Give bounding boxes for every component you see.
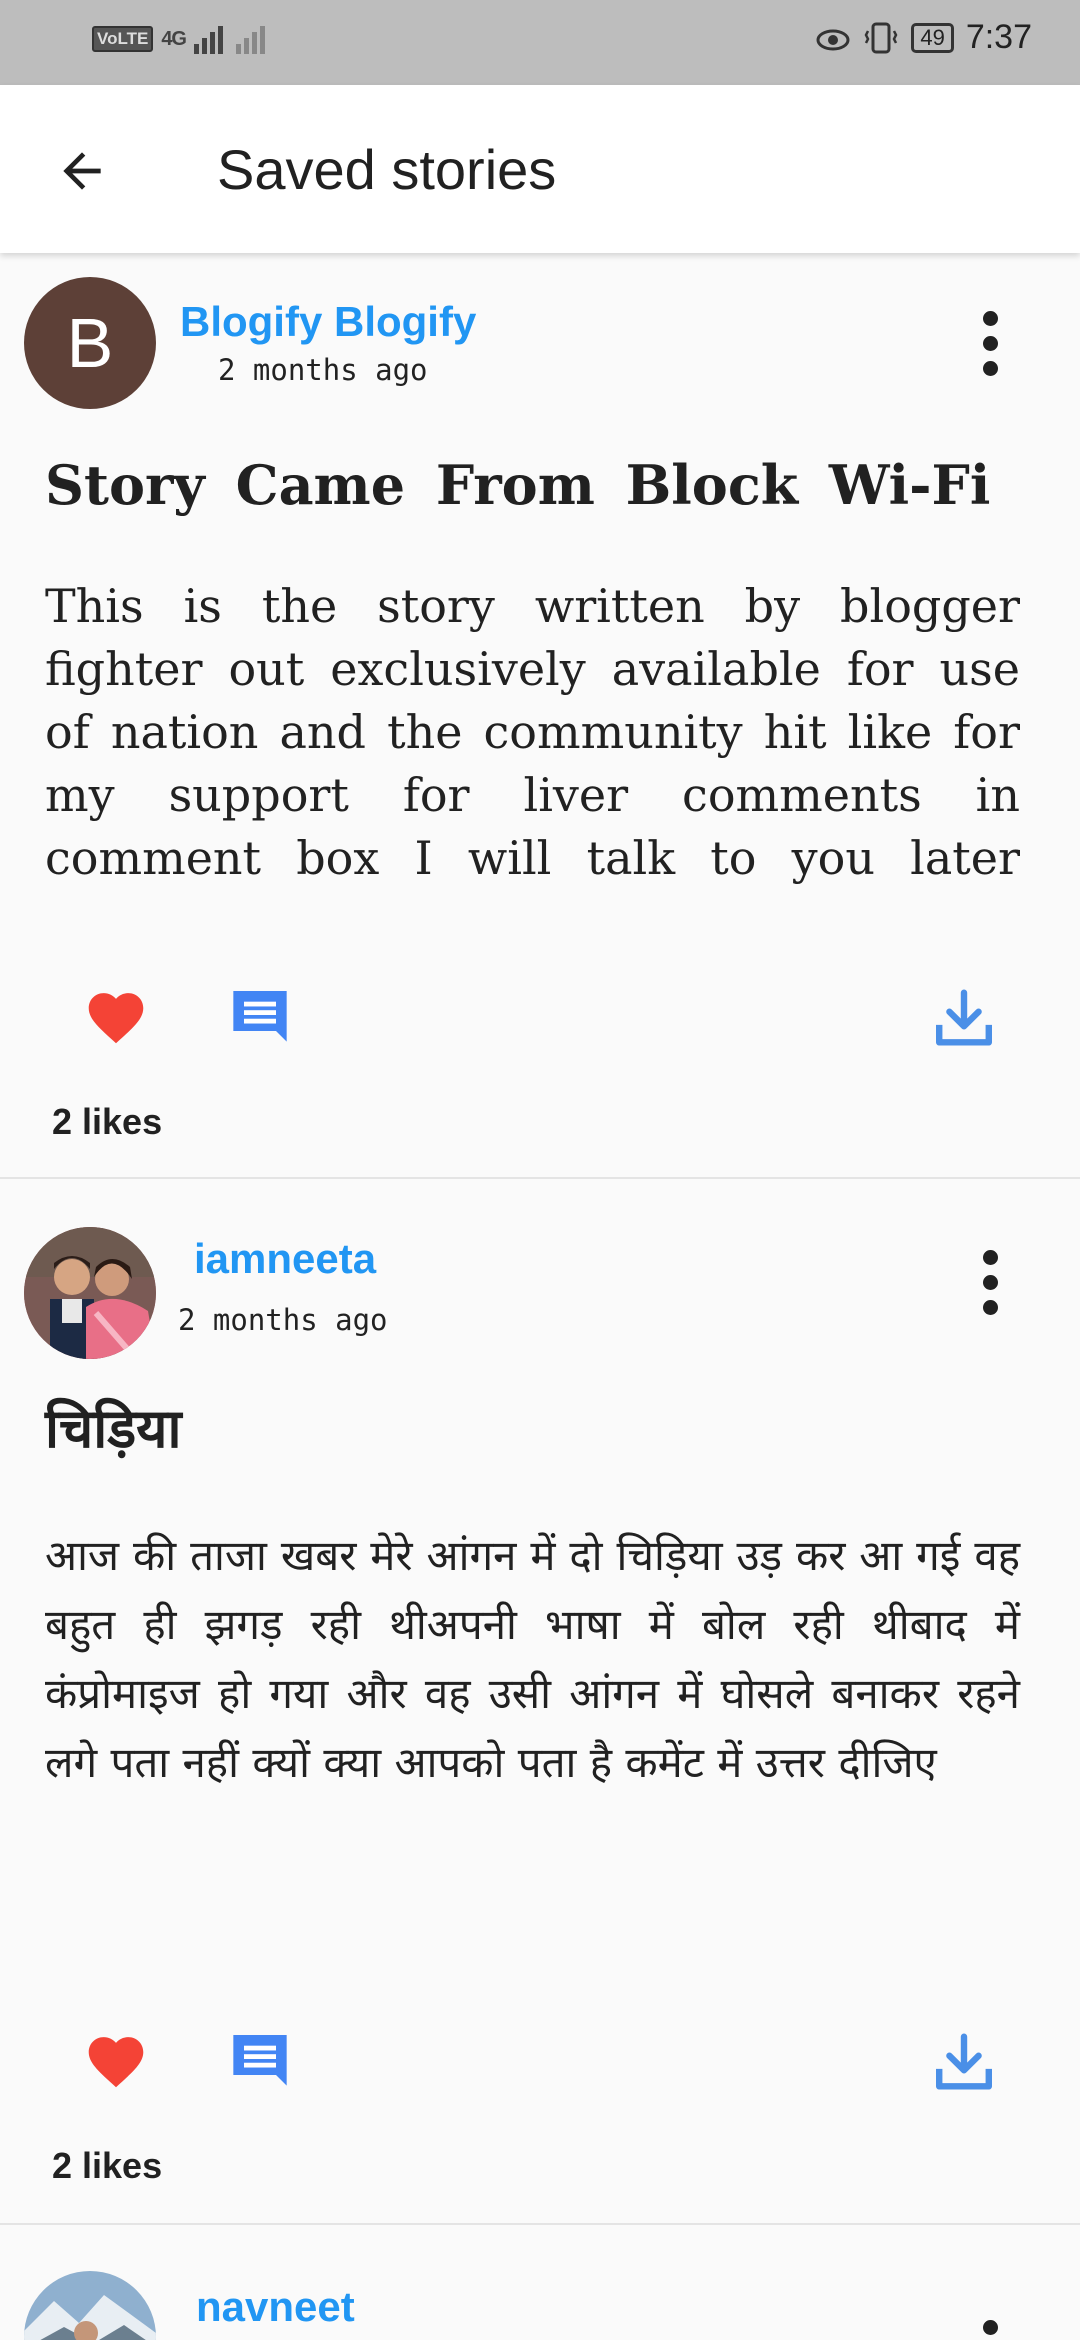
like-button[interactable] [80,2023,152,2095]
status-bar: VoLTE 4G 49 7:37 [0,0,1080,85]
likes-count: 2 likes [52,2145,163,2186]
comment-button[interactable] [224,979,296,1051]
status-time: 7:37 [965,18,1032,56]
likes-count: 2 likes [52,1101,163,1142]
author-name[interactable]: Blogify Blogify [180,298,476,346]
more-vert-icon [982,310,998,326]
status-left: VoLTE 4G [92,24,270,54]
like-button[interactable] [80,979,152,1051]
volte-indicator: VoLTE [92,26,154,52]
more-vert-icon [982,2319,998,2335]
story-body[interactable]: आज की ताजा खबर मेरे आंगन में दो चिड़िया … [45,1521,1020,1797]
more-options-button[interactable] [960,2307,1020,2340]
signal-off-icon [236,26,265,54]
download-icon [936,2033,992,2090]
vibrate-icon [864,22,898,53]
post-time: 2 months ago [218,353,428,387]
battery-indicator: 49 [911,22,954,53]
story-title[interactable]: चिड़िया [45,1389,181,1463]
avatar[interactable] [24,1227,156,1359]
heart-icon [88,2037,144,2088]
more-options-button[interactable] [960,1237,1020,1327]
story-body[interactable]: This is the story written by blogger fig… [45,575,1020,890]
app-bar: Saved stories [0,85,1080,253]
signal-icon [194,26,223,54]
network-type: 4G [161,27,187,50]
download-button[interactable] [924,979,1004,1059]
avatar-photo [24,1227,156,1359]
eye-comfort-icon [816,29,850,50]
status-right: 49 7:37 [815,18,1032,57]
story-card: navneet [0,2227,1080,2340]
avatar[interactable] [24,2271,156,2340]
comment-button[interactable] [224,2023,296,2095]
story-card: B Blogify Blogify 2 months ago Story Cam… [0,253,1080,1179]
more-options-button[interactable] [960,298,1020,388]
story-card: iamneeta 2 months ago चिड़िया आज की ताजा… [0,1181,1080,2225]
download-icon [936,989,992,1046]
avatar-letter: B [66,304,114,382]
story-title[interactable]: Story Came From Block Wi-Fi [45,453,990,517]
author-name[interactable]: navneet [196,2283,355,2331]
author-name[interactable]: iamneeta [194,1235,376,1283]
page-title: Saved stories [217,138,557,201]
avatar-photo [24,2271,156,2340]
comment-icon [233,2035,287,2086]
arrow-back-icon [63,152,101,190]
back-button[interactable] [44,133,120,209]
avatar[interactable]: B [24,277,156,409]
download-button[interactable] [924,2023,1004,2103]
more-vert-icon [982,1249,998,1265]
comment-icon [233,991,287,1042]
heart-icon [88,993,144,1044]
post-time: 2 months ago [178,1303,388,1337]
